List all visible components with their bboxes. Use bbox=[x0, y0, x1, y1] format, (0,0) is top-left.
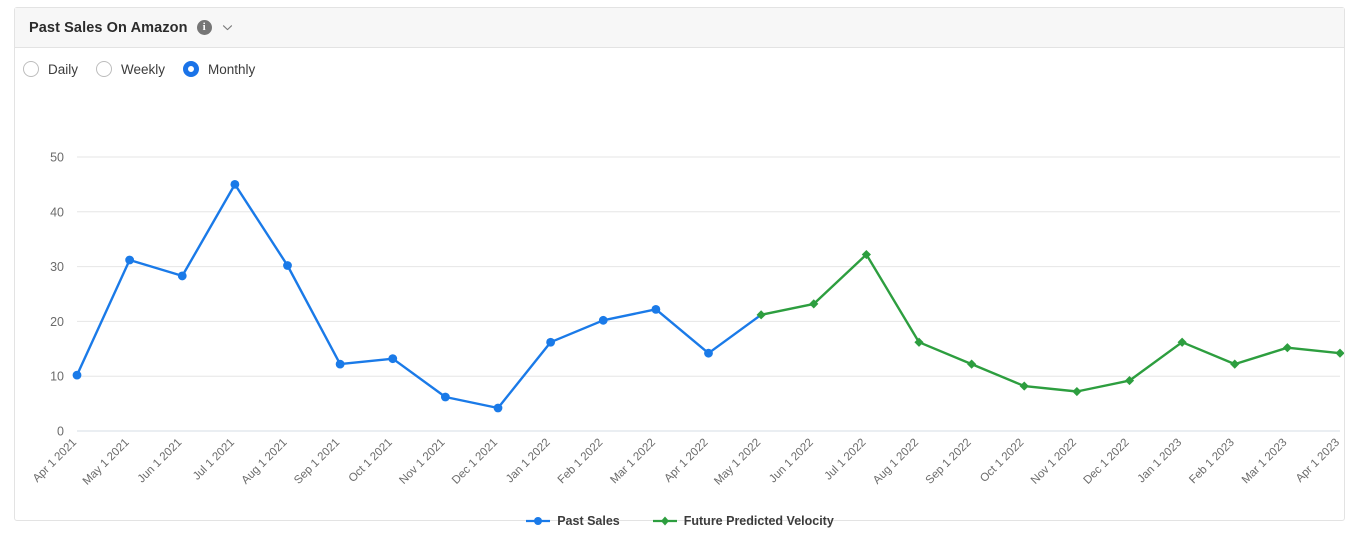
card-header: Past Sales On Amazon i bbox=[15, 8, 1344, 48]
data-point-marker[interactable] bbox=[440, 392, 450, 402]
x-axis-tick-label: Apr 1 2022 bbox=[662, 437, 710, 485]
legend-item-past-sales[interactable]: Past Sales bbox=[525, 514, 620, 528]
data-point-marker[interactable] bbox=[335, 359, 345, 369]
x-axis-tick-label: Jun 1 2022 bbox=[767, 437, 816, 486]
legend-item-future-predicted-velocity[interactable]: Future Predicted Velocity bbox=[652, 514, 834, 528]
x-axis-tick-label: Jul 1 2021 bbox=[191, 437, 237, 483]
y-axis-tick-label: 50 bbox=[50, 151, 64, 165]
line-chart: 01020304050Apr 1 2021 May 1 2021 Jun 1 202… bbox=[31, 151, 1344, 488]
page-title: Past Sales On Amazon bbox=[29, 19, 188, 36]
x-axis-tick-label: May 1 2021 bbox=[81, 437, 132, 488]
y-axis-tick-label: 40 bbox=[50, 205, 64, 219]
x-axis-tick-label: Nov 1 2021 bbox=[397, 437, 447, 487]
x-axis-tick-label: Sep 1 2022 bbox=[924, 437, 974, 487]
data-point-marker[interactable] bbox=[493, 403, 503, 413]
x-axis-tick-label: May 1 2022 bbox=[712, 437, 763, 488]
past-sales-card: Past Sales On Amazon i Daily Weekly Mont… bbox=[14, 7, 1345, 528]
card-body: Daily Weekly Monthly 0 10 20 30 40 50 Apr 1 20… bbox=[15, 48, 1344, 528]
x-axis-tick-label: Feb 1 2023 bbox=[1187, 437, 1237, 487]
data-point-marker[interactable] bbox=[1335, 348, 1344, 358]
chart-legend: Past Sales Future Predicted Velocity bbox=[15, 514, 1344, 528]
data-point-marker[interactable] bbox=[1282, 343, 1292, 353]
data-point-marker[interactable] bbox=[1072, 386, 1082, 397]
data-point-marker[interactable] bbox=[651, 304, 661, 314]
x-axis-tick-label: Jan 1 2022 bbox=[504, 437, 553, 486]
x-axis-tick-label: Jan 1 2023 bbox=[1136, 437, 1185, 486]
x-axis-tick-label: Sep 1 2021 bbox=[292, 437, 342, 487]
data-point-marker[interactable] bbox=[1019, 381, 1029, 391]
x-axis-tick-label: Feb 1 2022 bbox=[556, 437, 606, 487]
x-axis-tick-label: Oct 1 2021 bbox=[347, 437, 395, 485]
data-point-marker[interactable] bbox=[388, 354, 398, 364]
x-axis-tick-label: Jun 1 2021 bbox=[136, 437, 185, 486]
chevron-down-icon[interactable] bbox=[221, 21, 234, 34]
x-axis-tick-label: Apr 1 2023 bbox=[1294, 437, 1342, 485]
y-axis-tick-label: 30 bbox=[50, 260, 64, 274]
legend-label-future-velocity: Future Predicted Velocity bbox=[683, 514, 834, 528]
data-point-marker[interactable] bbox=[283, 261, 292, 270]
x-axis-tick-label: Aug 1 2021 bbox=[240, 437, 290, 487]
x-axis-tick-label: Dec 1 2022 bbox=[1082, 437, 1132, 487]
series-line bbox=[759, 253, 1342, 393]
data-point-marker[interactable] bbox=[177, 271, 187, 281]
legend-marker-future-velocity bbox=[652, 516, 677, 526]
x-axis-tick-label: Mar 1 2023 bbox=[1240, 437, 1290, 487]
y-axis-tick-label: 0 bbox=[57, 425, 64, 439]
x-axis-tick-label: Mar 1 2022 bbox=[608, 437, 658, 487]
y-axis-tick-label: 20 bbox=[50, 315, 64, 329]
data-point-marker[interactable] bbox=[1230, 359, 1240, 369]
data-point-marker[interactable] bbox=[230, 180, 240, 189]
legend-label-past-sales: Past Sales bbox=[557, 514, 620, 528]
data-point-marker[interactable] bbox=[546, 337, 556, 347]
legend-marker-past-sales bbox=[526, 517, 551, 525]
chart-plot-area: 0 10 20 30 40 50 Apr 1 2021 May 1 2021 Jun 1 202… bbox=[15, 48, 1344, 520]
x-axis-tick-label: Aug 1 2022 bbox=[871, 437, 921, 487]
x-axis-tick-label: Dec 1 2021 bbox=[450, 437, 500, 487]
data-point-marker[interactable] bbox=[967, 359, 977, 369]
y-axis-tick-label: 10 bbox=[50, 370, 64, 384]
data-point-marker[interactable] bbox=[125, 255, 135, 265]
data-point-marker[interactable] bbox=[72, 370, 82, 380]
series-line bbox=[75, 183, 763, 410]
info-icon[interactable]: i bbox=[196, 20, 212, 35]
data-point-marker[interactable] bbox=[598, 315, 608, 325]
x-axis-tick-label: Oct 1 2022 bbox=[978, 437, 1026, 485]
data-point-marker[interactable] bbox=[704, 348, 713, 358]
x-axis-tick-label: Nov 1 2022 bbox=[1029, 437, 1079, 487]
x-axis-tick-label: Apr 1 2021 bbox=[31, 437, 79, 485]
x-axis-tick-label: Jul 1 2022 bbox=[822, 437, 868, 483]
